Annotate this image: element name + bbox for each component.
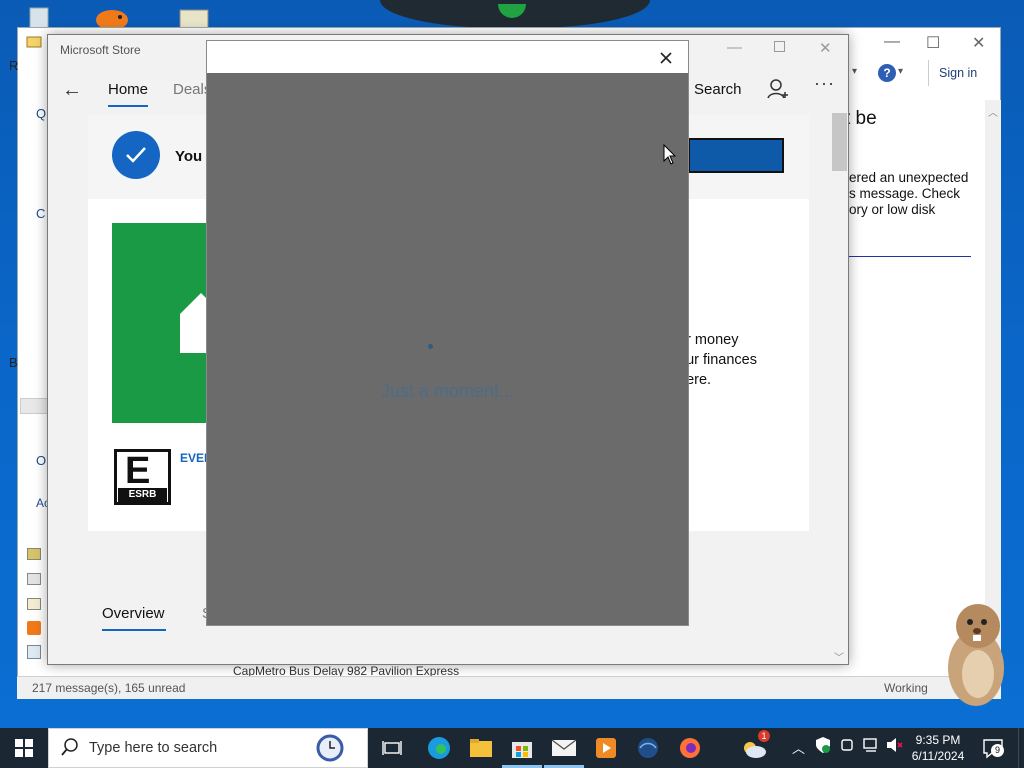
back-arrow-icon[interactable]: ←: [62, 79, 82, 102]
taskbar: Type here to search 1 ︿ 9:35 PM 6/11/202…: [0, 728, 1024, 768]
mouse-cursor-icon: [663, 143, 677, 171]
account-icon[interactable]: [766, 77, 790, 106]
more-options-icon[interactable]: ···: [814, 73, 835, 94]
mail-toolbar: ▾ ? ▾ Sign in: [850, 60, 1000, 88]
store-minimize-button[interactable]: —: [727, 39, 742, 56]
store-maximize-button[interactable]: [774, 41, 785, 52]
globe-app-icon[interactable]: [634, 734, 662, 762]
description-line: our finances: [678, 352, 757, 368]
nav-search-button[interactable]: Search: [694, 81, 742, 98]
file-explorer-icon[interactable]: [467, 734, 495, 762]
security-shield-icon[interactable]: [815, 736, 831, 757]
mail-scrollbar[interactable]: ︿: [985, 100, 1001, 675]
task-view-icon[interactable]: [378, 734, 406, 762]
search-placeholder: Type here to search: [89, 740, 218, 756]
mail-close-button[interactable]: ✕: [972, 33, 985, 53]
clock-time: 9:35 PM: [915, 733, 961, 747]
desktop-wallpaper-notch: [380, 0, 650, 28]
toolbar-divider: [928, 60, 929, 86]
esrb-rating-badge: E ESRB: [114, 449, 171, 505]
cortana-clock-icon[interactable]: [313, 731, 347, 768]
mail-nav-icon[interactable]: [27, 548, 41, 560]
message-body-line: ory or low disk: [849, 202, 936, 217]
taskbar-clock[interactable]: 9:35 PM 6/11/2024: [905, 732, 971, 764]
scroll-down-icon[interactable]: ﹀: [834, 649, 844, 664]
description-line: ur money: [678, 332, 739, 348]
notification-count-badge: 9: [991, 744, 1004, 757]
firefox-icon[interactable]: [676, 734, 704, 762]
active-tab-indicator: [108, 105, 148, 107]
volume-muted-icon[interactable]: [885, 736, 903, 757]
calendar-icon[interactable]: [27, 573, 41, 585]
taskbar-search-box[interactable]: Type here to search: [48, 728, 368, 768]
weather-icon[interactable]: 1: [740, 730, 770, 762]
message-body-line: s message. Check: [849, 186, 961, 201]
mail-maximize-button[interactable]: ☐: [926, 33, 940, 53]
launch-button[interactable]: [688, 138, 784, 173]
show-hidden-icons-chevron-icon[interactable]: ︿: [792, 738, 805, 757]
dialog-close-button[interactable]: [655, 47, 677, 69]
nav-tab-home[interactable]: Home: [108, 81, 148, 98]
mail-taskbar-icon[interactable]: [550, 734, 578, 762]
mail-folder-fragment[interactable]: Q: [36, 106, 46, 121]
desktop-label-fragment: B: [9, 355, 18, 370]
help-icon[interactable]: ?: [878, 64, 896, 82]
message-divider: [849, 256, 971, 257]
meet-now-icon[interactable]: [840, 736, 856, 757]
gopher-mascot-icon: [938, 600, 1008, 710]
notification-center-icon[interactable]: 9: [982, 737, 1004, 764]
show-desktop-button[interactable]: [1018, 728, 1024, 768]
mail-minimize-button[interactable]: —: [884, 33, 900, 51]
mail-pane-control[interactable]: [20, 398, 48, 414]
tab-overview[interactable]: Overview: [102, 605, 165, 622]
edge-browser-icon[interactable]: [425, 734, 453, 762]
esrb-letter: E: [125, 450, 151, 492]
dialog-header: [207, 41, 688, 73]
loading-dialog: Just a moment...: [206, 40, 689, 626]
checkmark-icon: [112, 131, 160, 179]
clock-date: 6/11/2024: [911, 749, 965, 763]
store-close-button[interactable]: ✕: [819, 39, 832, 57]
media-player-icon[interactable]: [592, 734, 620, 762]
store-window-title: Microsoft Store: [60, 43, 141, 57]
mail-app-icon: [26, 34, 42, 55]
microsoft-store-taskbar-icon[interactable]: [508, 734, 536, 762]
scrollbar-thumb[interactable]: [832, 113, 847, 171]
network-icon[interactable]: [862, 736, 880, 757]
loading-text: Just a moment...: [380, 381, 515, 401]
notes-icon[interactable]: [27, 645, 41, 659]
weather-badge: 1: [758, 730, 770, 742]
mail-message-preview: t be ered an unexpected s message. Check…: [845, 100, 989, 300]
app-description: ur money our finances here.: [678, 330, 757, 390]
message-heading-fragment: t be: [845, 108, 877, 129]
wallpaper-green-shape: [498, 4, 526, 18]
sync-status: Working: [884, 681, 928, 695]
rss-feed-icon[interactable]: [27, 621, 41, 635]
help-dropdown-icon[interactable]: ▾: [898, 66, 903, 77]
overview-tab-indicator: [102, 629, 166, 631]
store-scrollbar[interactable]: ﹀: [831, 113, 848, 665]
windows-start-icon[interactable]: [10, 734, 38, 762]
address-book-icon[interactable]: [27, 598, 41, 610]
mail-folder-fragment[interactable]: C: [36, 206, 45, 221]
mail-folder-fragment[interactable]: O: [36, 453, 46, 468]
loading-spinner-icon: [428, 344, 433, 349]
mail-sign-in-link[interactable]: Sign in: [939, 66, 977, 80]
message-count-status: 217 message(s), 165 unread: [32, 681, 186, 695]
message-body-line: ered an unexpected: [849, 170, 969, 185]
desktop-label-fragment: R: [9, 58, 19, 73]
description-line: here.: [678, 372, 712, 388]
esrb-word: ESRB: [118, 488, 167, 502]
chevron-down-icon[interactable]: ▾: [852, 66, 857, 77]
scroll-up-icon[interactable]: ︿: [988, 104, 998, 119]
search-icon: [61, 738, 79, 761]
mail-status-bar: 217 message(s), 165 unread Working: [17, 676, 1001, 699]
